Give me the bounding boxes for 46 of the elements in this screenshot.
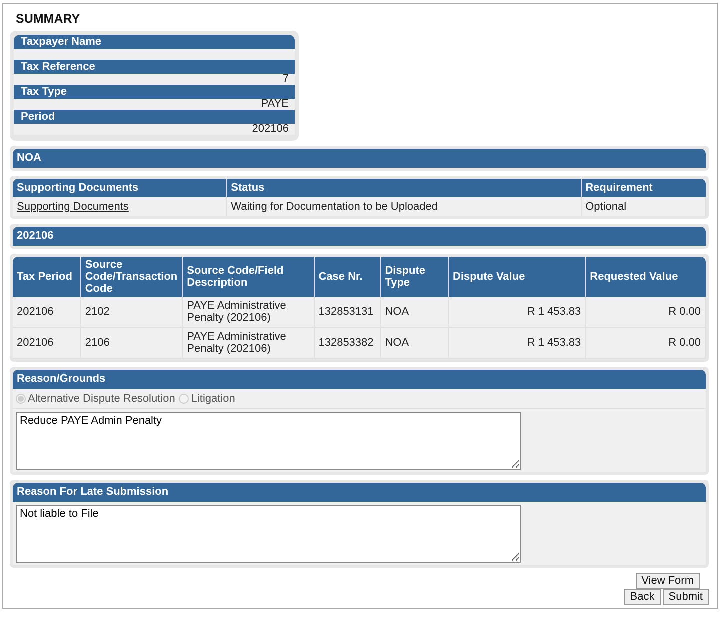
table-cell: PAYE Administrative Penalty (202106) bbox=[182, 297, 314, 328]
column-header: Case Nr. bbox=[314, 257, 381, 297]
documents-link[interactable]: Supporting Documents bbox=[17, 200, 129, 212]
column-header: Requested Value bbox=[586, 257, 706, 297]
action-button[interactable]: Submit bbox=[662, 589, 709, 605]
table-cell: R 0.00 bbox=[586, 297, 706, 328]
field-label: Tax Reference bbox=[14, 60, 295, 74]
section-header: 202106 bbox=[13, 227, 706, 246]
table-cell: R 1 453.83 bbox=[448, 297, 586, 328]
column-header: Dispute Value bbox=[448, 257, 586, 297]
action-button[interactable]: Back bbox=[624, 589, 661, 605]
table-cell: R 0.00 bbox=[586, 328, 706, 358]
table-cell: NOA bbox=[380, 297, 449, 328]
field-label: Tax Type bbox=[14, 85, 295, 99]
radio-label: Litigation bbox=[191, 393, 236, 405]
column-header: Dispute Type bbox=[380, 257, 449, 297]
view-form-button[interactable]: View Form bbox=[636, 573, 700, 589]
column-header: Supporting Documents bbox=[13, 179, 227, 197]
table-cell: 132853131 bbox=[314, 297, 381, 328]
field-label: Period bbox=[14, 110, 295, 124]
table-cell: Waiting for Documentation to be Uploaded bbox=[226, 197, 582, 216]
table-cell: Optional bbox=[581, 197, 706, 216]
column-header: Status bbox=[226, 179, 582, 197]
column-header: Source Code/Field Description bbox=[182, 257, 314, 297]
page-title: SUMMARY bbox=[16, 12, 82, 26]
reason-text-field[interactable]: Reduce PAYE Admin Penalty bbox=[16, 412, 521, 470]
section-header: NOA bbox=[13, 149, 706, 168]
section-header: Reason/Grounds bbox=[13, 370, 706, 389]
late-reason-field[interactable]: Not liable to File bbox=[16, 505, 521, 563]
field-value: 7 bbox=[282, 73, 289, 85]
table-cell: PAYE Administrative Penalty (202106) bbox=[182, 328, 314, 358]
field-label: Taxpayer Name bbox=[14, 35, 295, 49]
field-value: PAYE bbox=[261, 98, 289, 110]
table-cell: 2102 bbox=[80, 297, 183, 328]
table-cell: R 1 453.83 bbox=[448, 328, 586, 358]
table-cell: NOA bbox=[380, 328, 449, 358]
table-cell: 2106 bbox=[80, 328, 183, 358]
column-header: Tax Period bbox=[13, 257, 81, 297]
section-header: Reason For Late Submission bbox=[13, 483, 706, 502]
table-cell: 132853382 bbox=[314, 328, 381, 358]
column-header: Requirement bbox=[581, 179, 706, 197]
radio-label: Alternative Dispute Resolution bbox=[28, 393, 176, 405]
column-header: Source Code/Transaction Code bbox=[80, 257, 183, 297]
table-cell: 202106 bbox=[13, 297, 81, 328]
table-cell: 202106 bbox=[13, 328, 81, 358]
field-value: 202106 bbox=[252, 123, 289, 135]
